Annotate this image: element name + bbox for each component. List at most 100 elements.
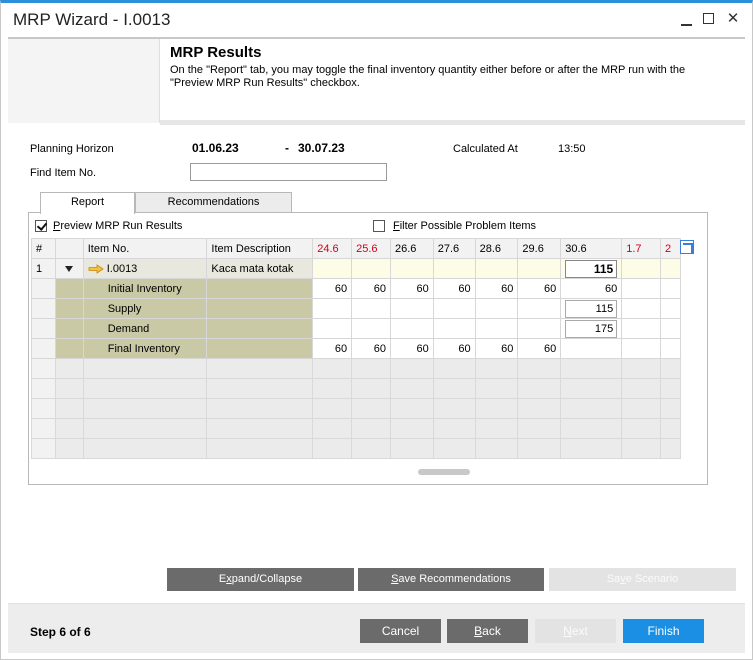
finish-button[interactable]: Finish — [623, 619, 704, 643]
qty-cell: 60 — [432, 338, 476, 359]
empty-cell — [54, 418, 84, 439]
qty-cell: 60 — [312, 278, 353, 299]
col-header-date[interactable]: 2 — [660, 238, 681, 259]
col-header-date[interactable]: 24.6 — [312, 238, 353, 259]
expand-collapse-button[interactable]: Expand/Collapse — [167, 568, 354, 591]
save-scenario-button[interactable]: Save Scenario — [549, 568, 736, 591]
col-header-date[interactable]: 28.6 — [474, 238, 519, 259]
empty-cell — [312, 418, 353, 439]
item-row[interactable]: 1 I.0013 Kaca mata kotak 115 — [31, 258, 681, 279]
tab-recommendations-label-c: ommendations — [187, 196, 260, 208]
col-header-num[interactable]: # — [31, 238, 56, 259]
qty-cell — [517, 258, 562, 279]
qty-cell[interactable]: 175 — [560, 318, 623, 339]
qty-cell — [660, 278, 681, 299]
empty-cell — [351, 418, 391, 439]
step-indicator: Step 6 of 6 — [30, 625, 91, 639]
planning-horizon-separator: - — [285, 141, 289, 155]
col-header-date[interactable]: 30.6 — [560, 238, 623, 259]
expand-link-icon[interactable] — [680, 240, 694, 254]
preview-mrp-checkbox[interactable] — [35, 220, 47, 232]
sub-row-label: Demand — [82, 318, 208, 339]
empty-cell — [432, 438, 476, 459]
close-button[interactable]: ✕ — [722, 7, 744, 29]
qty-cell — [660, 318, 681, 339]
empty-cell — [206, 398, 314, 419]
horizontal-scrollbar[interactable] — [418, 469, 470, 475]
next-label-a: N — [563, 624, 572, 638]
col-header-date[interactable]: 25.6 — [351, 238, 391, 259]
supply-qty[interactable]: 115 — [565, 299, 618, 318]
row-number — [31, 378, 56, 399]
qty-cell — [351, 318, 391, 339]
item-total-qty[interactable]: 115 — [565, 259, 618, 278]
empty-cell — [82, 398, 208, 419]
filter-problem-items-checkbox[interactable] — [373, 220, 385, 232]
empty-cell — [312, 398, 353, 419]
col-header-item-description[interactable]: Item Description — [206, 238, 314, 259]
qty-cell: 60 — [389, 338, 434, 359]
next-button[interactable]: Next — [535, 619, 616, 643]
qty-cell — [621, 338, 661, 359]
filter-problem-items-label[interactable]: Filter Possible Problem Items — [393, 220, 536, 232]
empty-cell — [389, 378, 434, 399]
minimize-button[interactable] — [676, 7, 698, 29]
empty-cell — [351, 378, 391, 399]
qty-cell — [389, 318, 434, 339]
col-header-date[interactable]: 26.6 — [389, 238, 434, 259]
window-title: MRP Wizard - I.0013 — [13, 10, 171, 29]
demand-qty[interactable]: 175 — [565, 319, 618, 338]
cancel-button[interactable]: Cancel — [360, 619, 441, 643]
col-header-date[interactable]: 29.6 — [517, 238, 562, 259]
row-number — [31, 438, 56, 459]
qty-cell[interactable]: 115 — [560, 258, 623, 279]
empty-cell — [206, 358, 314, 379]
qty-cell — [351, 258, 391, 279]
expand-toggle[interactable] — [54, 258, 84, 279]
row-number — [31, 298, 56, 319]
col-header-expand[interactable] — [54, 238, 84, 259]
empty-cell — [206, 378, 314, 399]
empty-cell — [389, 418, 434, 439]
row-number — [31, 418, 56, 439]
item-no-cell[interactable]: I.0013 — [82, 258, 208, 279]
tab-recommendations[interactable]: Recommendations — [135, 192, 292, 213]
col-header-date[interactable]: 27.6 — [432, 238, 476, 259]
qty-cell — [517, 318, 562, 339]
empty-cell — [560, 418, 623, 439]
qty-cell — [432, 318, 476, 339]
maximize-button[interactable] — [698, 7, 720, 29]
save-scenario-label-c: e Scenario — [625, 573, 679, 585]
col-header-item-no[interactable]: Item No. — [82, 238, 208, 259]
row-number — [31, 278, 56, 299]
link-arrow-icon[interactable] — [88, 263, 104, 274]
tab-report[interactable]: Report — [40, 192, 135, 214]
planning-horizon-label: Planning Horizon — [30, 143, 114, 155]
col-header-date[interactable]: 1.7 — [621, 238, 661, 259]
row-number — [31, 398, 56, 419]
empty-cell — [517, 358, 562, 379]
find-item-input[interactable] — [190, 163, 387, 181]
planning-horizon-to: 30.07.23 — [298, 141, 345, 155]
qty-cell — [312, 258, 353, 279]
preview-mrp-label[interactable]: Preview MRP Run Results — [53, 220, 182, 232]
sub-row-final-inventory: Final Inventory 60 60 60 60 60 60 — [31, 338, 681, 359]
empty-cell — [621, 398, 661, 419]
qty-cell: 60 — [432, 278, 476, 299]
empty-cell — [432, 358, 476, 379]
empty-cell — [82, 378, 208, 399]
back-button[interactable]: Back — [447, 619, 528, 643]
header-side-panel — [8, 39, 160, 123]
qty-cell[interactable]: 115 — [560, 298, 623, 319]
qty-cell — [389, 258, 434, 279]
grid-header-row: # Item No. Item Description 24.6 25.6 26… — [31, 238, 681, 259]
qty-cell — [389, 298, 434, 319]
empty-cell — [517, 438, 562, 459]
empty-cell — [54, 438, 84, 459]
qty-cell: 60 — [389, 278, 434, 299]
qty-cell: 60 — [474, 278, 519, 299]
qty-cell — [517, 298, 562, 319]
empty-cell — [621, 438, 661, 459]
save-recommendations-button[interactable]: Save Recommendations — [358, 568, 544, 591]
empty-cell — [432, 418, 476, 439]
